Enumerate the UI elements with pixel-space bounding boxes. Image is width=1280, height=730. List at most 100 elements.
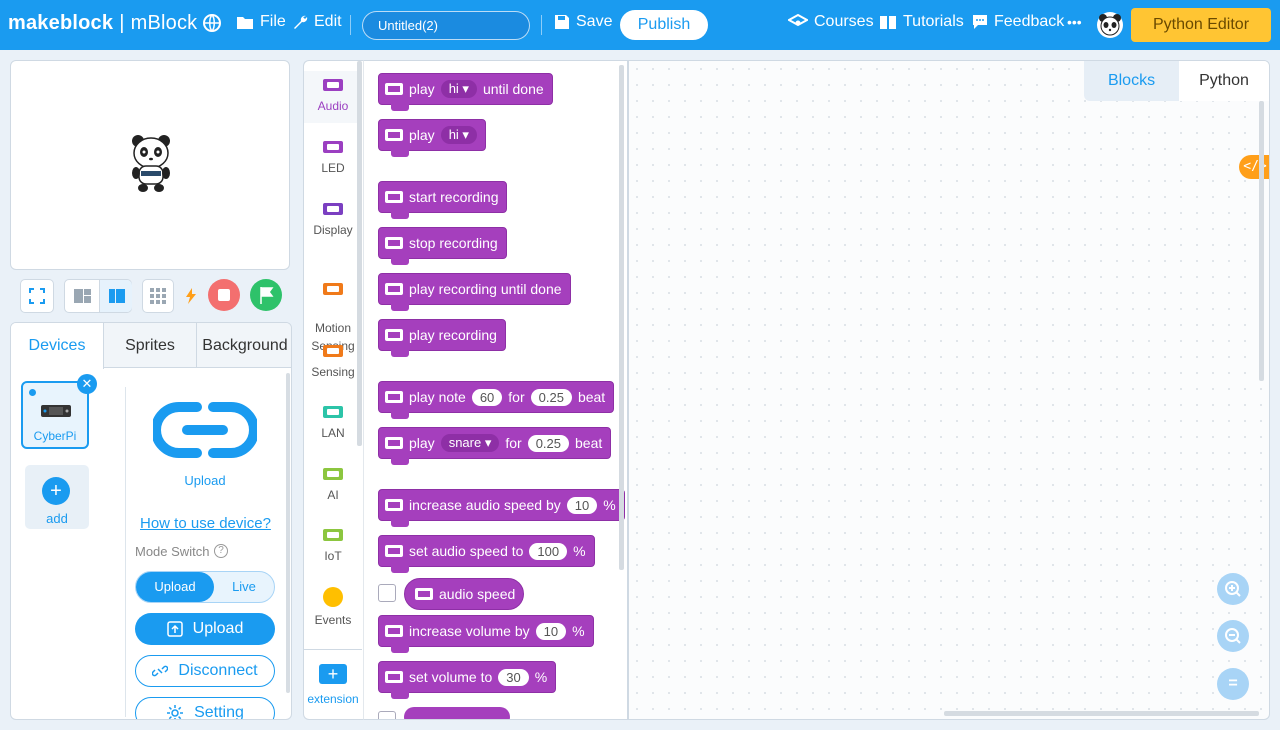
- feedback-link[interactable]: Feedback: [972, 13, 1064, 31]
- zoom-out-button[interactable]: [1217, 620, 1249, 652]
- category-events[interactable]: Events: [304, 587, 362, 629]
- large-stage-toggle[interactable]: [99, 280, 132, 312]
- workspace-horizontal-scrollbar[interactable]: [944, 711, 1259, 716]
- category-motion-sensing[interactable]: Motion Sensing: [304, 265, 362, 355]
- block-play-recording[interactable]: play recording: [378, 319, 506, 357]
- beat-input[interactable]: 0.25: [527, 434, 569, 452]
- block-text: set volume to: [409, 669, 493, 685]
- block-categories: Audio LED Display Motion Sensing Sensing…: [303, 60, 363, 720]
- stage-canvas[interactable]: [10, 60, 290, 270]
- volume-input[interactable]: 10: [535, 622, 567, 640]
- upload-button[interactable]: Upload: [135, 613, 275, 645]
- green-flag-button[interactable]: [250, 279, 282, 311]
- panel-tabs: Devices Sprites Background: [11, 323, 291, 369]
- category-lan[interactable]: LAN: [304, 406, 362, 442]
- user-avatar[interactable]: [1097, 12, 1123, 38]
- speed-input[interactable]: 10: [566, 496, 598, 514]
- courses-link[interactable]: Courses: [788, 13, 874, 31]
- category-ai[interactable]: AI: [304, 468, 362, 504]
- category-sensing[interactable]: Sensing: [304, 345, 362, 381]
- help-icon[interactable]: ?: [214, 544, 228, 558]
- block-stop-recording[interactable]: stop recording: [378, 227, 507, 265]
- add-device-button[interactable]: + add: [25, 465, 89, 529]
- block-play-until-done[interactable]: play hi ▾ until done: [378, 73, 553, 111]
- category-iot[interactable]: IoT: [304, 529, 362, 565]
- mode-live-option[interactable]: Live: [214, 572, 274, 602]
- more-menu[interactable]: •••: [1067, 14, 1082, 30]
- flag-icon: [260, 287, 274, 304]
- connected-indicator: [29, 389, 36, 396]
- sound-dropdown[interactable]: hi ▾: [440, 126, 477, 144]
- audio-speed-checkbox[interactable]: [378, 584, 396, 602]
- speed-input[interactable]: 100: [529, 542, 568, 560]
- fullscreen-button[interactable]: [20, 279, 54, 313]
- category-audio[interactable]: Audio: [304, 71, 362, 123]
- volume-input[interactable]: 30: [498, 668, 529, 686]
- block-audio-speed-reporter[interactable]: audio speed: [404, 578, 525, 610]
- drum-dropdown[interactable]: snare ▾: [440, 434, 500, 452]
- beat-input[interactable]: 0.25: [530, 388, 572, 406]
- device-card-cyberpi[interactable]: CyberPi: [21, 381, 89, 449]
- remove-device-button[interactable]: ✕: [77, 374, 97, 394]
- extension-label: extension: [307, 692, 359, 706]
- block-play[interactable]: play hi ▾: [378, 119, 486, 157]
- block-increase-audio-speed[interactable]: increase audio speed by 10 %: [378, 489, 625, 527]
- block-start-recording[interactable]: start recording: [378, 181, 508, 219]
- block-volume-reporter-partial[interactable]: [404, 707, 510, 719]
- tab-background[interactable]: Background: [197, 323, 291, 368]
- panda-sprite[interactable]: [129, 133, 173, 193]
- code-panel-toggle-icon[interactable]: </>: [1239, 155, 1269, 179]
- volume-checkbox[interactable]: [378, 711, 396, 719]
- divider: [541, 15, 542, 35]
- brand-name: makeblock: [8, 12, 114, 34]
- zoom-in-button[interactable]: [1217, 573, 1249, 605]
- cyberpi-block-icon: [385, 283, 403, 295]
- grid-button[interactable]: [142, 279, 174, 313]
- block-text: play: [409, 435, 435, 451]
- tab-devices[interactable]: Devices: [11, 323, 104, 369]
- panel-scrollbar[interactable]: [286, 373, 290, 693]
- block-text: beat: [577, 389, 606, 405]
- mode-switch: Upload Live: [135, 571, 275, 603]
- category-led[interactable]: LED: [304, 141, 362, 177]
- block-text: increase volume by: [409, 623, 530, 639]
- publish-button[interactable]: Publish: [620, 10, 708, 40]
- note-input[interactable]: 60: [471, 388, 503, 406]
- block-increase-volume[interactable]: increase volume by 10 %: [378, 615, 594, 653]
- mode-upload-option[interactable]: Upload: [136, 572, 214, 602]
- zoom-reset-button[interactable]: =: [1217, 668, 1249, 700]
- python-editor-button[interactable]: Python Editor: [1131, 8, 1271, 42]
- project-title-input[interactable]: Untitled(2): [362, 11, 530, 40]
- events-category-icon: [323, 587, 343, 607]
- tab-sprites[interactable]: Sprites: [104, 323, 197, 368]
- how-to-use-device-link[interactable]: How to use device?: [140, 515, 271, 532]
- palette-scrollbar[interactable]: [619, 65, 624, 570]
- block-play-recording-until-done[interactable]: play recording until done: [378, 273, 571, 311]
- disconnect-button[interactable]: Disconnect: [135, 655, 275, 687]
- top-bar: makeblock | mBlock File Edit Untitled(2) S…: [0, 0, 1280, 50]
- setting-button[interactable]: Setting: [135, 697, 275, 719]
- tab-blocks[interactable]: Blocks: [1084, 61, 1179, 101]
- workspace-vertical-scrollbar[interactable]: [1259, 101, 1264, 381]
- tutorials-link[interactable]: Tutorials: [879, 13, 964, 31]
- categories-scrollbar[interactable]: [357, 61, 362, 446]
- block-play-note[interactable]: play note 60 for 0.25 beat: [378, 381, 615, 419]
- tab-python[interactable]: Python: [1179, 61, 1269, 101]
- stop-button[interactable]: [208, 279, 240, 311]
- product-name: mBlock: [130, 12, 198, 34]
- category-display[interactable]: Display: [304, 203, 362, 239]
- block-play-drum[interactable]: play snare ▾ for 0.25 beat: [378, 427, 612, 465]
- save-button[interactable]: Save: [554, 13, 612, 31]
- language-globe-icon[interactable]: [202, 13, 222, 33]
- scripts-workspace[interactable]: Blocks Python </> =: [628, 60, 1270, 720]
- file-menu[interactable]: File: [236, 13, 286, 31]
- block-set-audio-speed[interactable]: set audio speed to 100 %: [378, 535, 595, 573]
- small-stage-icon[interactable]: [65, 280, 99, 312]
- save-icon: [555, 15, 569, 29]
- block-text: set audio speed to: [409, 543, 524, 559]
- edit-menu[interactable]: Edit: [292, 13, 342, 31]
- block-set-volume[interactable]: set volume to 30 %: [378, 661, 557, 699]
- extension-button[interactable]: + extension: [304, 649, 362, 719]
- sound-dropdown[interactable]: hi ▾: [440, 80, 477, 98]
- turbo-icon[interactable]: [186, 288, 196, 304]
